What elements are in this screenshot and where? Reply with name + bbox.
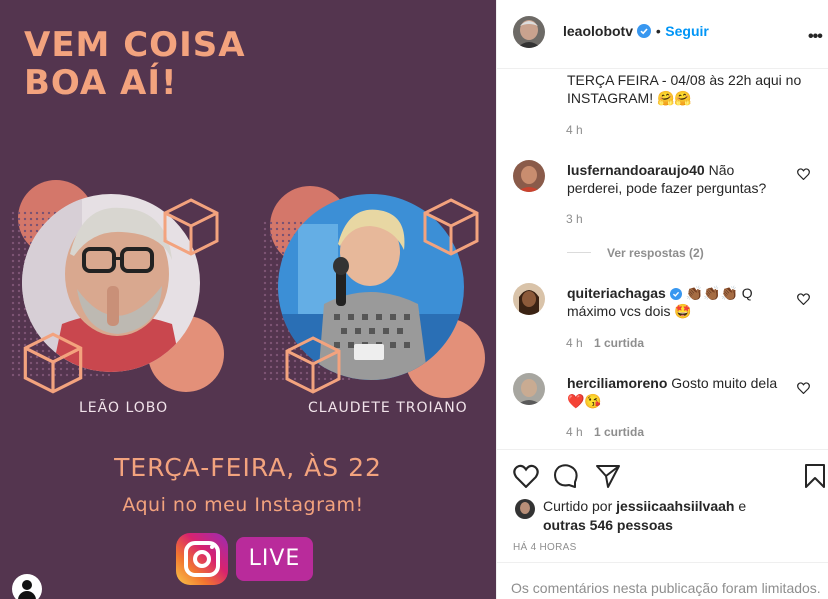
comment-like-heart-icon[interactable] <box>797 382 810 394</box>
event-subtitle: Aqui no meu Instagram! <box>122 494 364 516</box>
comment-like-heart-icon[interactable] <box>797 168 810 180</box>
comment-username[interactable]: lusfernandoaraujo40 <box>567 162 705 178</box>
comment-time[interactable]: 4 h <box>566 336 583 350</box>
commenter-avatar[interactable] <box>513 160 545 192</box>
author-avatar[interactable] <box>513 16 545 48</box>
comment-text-line-1: 👏🏾👏🏾👏🏾 Q <box>685 285 753 301</box>
post-headline: VEM COISA BOA AÍ! <box>24 26 246 102</box>
author-username[interactable]: leaolobotv <box>563 23 633 39</box>
comment-text-line-1: Gosto muito dela <box>671 375 778 391</box>
tagged-users-icon[interactable] <box>12 574 42 599</box>
comment-text-line-2: máximo vcs dois 🤩 <box>567 303 692 319</box>
caption-line-1: TERÇA FEIRA - 04/08 às 22h aqui no <box>567 72 802 88</box>
person-name-1: LEÃO LOBO <box>79 400 169 416</box>
commenter-avatar[interactable] <box>513 283 545 315</box>
decor-cube <box>423 198 479 256</box>
liked-others-count[interactable]: outras 546 pessoas <box>543 516 746 535</box>
replies-divider <box>567 252 591 253</box>
comment-text-line-2: ❤️😘 <box>567 393 602 409</box>
comment-time[interactable]: 4 h <box>566 425 583 439</box>
liked-and: e <box>738 498 747 514</box>
liked-by-username[interactable]: jessiicaahsiilvaah <box>616 498 734 514</box>
instagram-post-view: VEM COISA BOA AÍ! LEÃO LOBO CLAUDETE TRO… <box>0 0 828 599</box>
comment-text-line-1: Não <box>708 162 735 178</box>
live-badge: LIVE <box>236 537 313 581</box>
liked-prefix: Curtido por <box>543 498 613 514</box>
event-day: TERÇA-FEIRA, ÀS 22 <box>114 453 382 482</box>
comment-text: lusfernandoaraujo40 Não perderei, pode f… <box>567 161 766 197</box>
post-header: leaolobotv • Seguir ••• <box>497 0 828 69</box>
more-options-icon[interactable]: ••• <box>808 28 823 46</box>
caption-line-2: INSTAGRAM! 🤗🤗 <box>567 90 692 106</box>
liked-by-text: Curtido por jessiicaahsiilvaah e outras … <box>543 497 746 535</box>
comment-likes-count[interactable]: 1 curtida <box>594 336 644 350</box>
comment-username[interactable]: herciliamoreno <box>567 375 667 391</box>
person-name-2: CLAUDETE TROIANO <box>308 400 468 416</box>
post-time-ago[interactable]: HÁ 4 HORAS <box>513 542 577 553</box>
caption-text: TERÇA FEIRA - 04/08 às 22h aqui no INSTA… <box>567 71 801 107</box>
dot-separator: • <box>655 23 661 39</box>
view-replies-button[interactable]: Ver respostas (2) <box>607 246 704 260</box>
headline-line-1: VEM COISA <box>24 25 246 65</box>
decor-cube <box>23 332 83 394</box>
headline-line-2: BOA AÍ! <box>24 63 178 103</box>
save-bookmark-icon[interactable] <box>804 463 826 489</box>
comment-time[interactable]: 3 h <box>566 212 583 226</box>
verified-badge-icon <box>669 288 682 300</box>
instagram-logo-icon <box>176 533 228 585</box>
post-image: VEM COISA BOA AÍ! LEÃO LOBO CLAUDETE TRO… <box>0 0 496 599</box>
decor-cube <box>163 198 219 256</box>
decor-cube <box>285 336 341 394</box>
comment-like-heart-icon[interactable] <box>797 293 810 305</box>
author-line: leaolobotv • Seguir <box>563 23 709 41</box>
comment-text: herciliamoreno Gosto muito dela ❤️😘 <box>567 374 777 410</box>
liker-avatar[interactable] <box>515 499 535 519</box>
verified-badge-icon <box>637 24 652 38</box>
caption-time[interactable]: 4 h <box>566 123 583 137</box>
comments-limited-notice: Os comentários nesta publicação foram li… <box>497 562 828 599</box>
comments-panel: leaolobotv • Seguir ••• TERÇA FEIRA - 04… <box>496 0 828 599</box>
commenter-avatar[interactable] <box>513 373 545 405</box>
comment-bubble-icon[interactable] <box>553 463 579 489</box>
comment-text-line-2: perderei, pode fazer perguntas? <box>567 180 767 196</box>
follow-button[interactable]: Seguir <box>665 23 709 39</box>
share-paper-plane-icon[interactable] <box>595 463 621 489</box>
comment-text: quiteriachagas 👏🏾👏🏾👏🏾 Q máximo vcs dois … <box>567 284 753 320</box>
comment-likes-count[interactable]: 1 curtida <box>594 425 644 439</box>
limited-notice-text: Os comentários nesta publicação foram li… <box>511 580 821 596</box>
like-heart-icon[interactable] <box>513 464 539 488</box>
comment-username[interactable]: quiteriachagas <box>567 285 666 301</box>
